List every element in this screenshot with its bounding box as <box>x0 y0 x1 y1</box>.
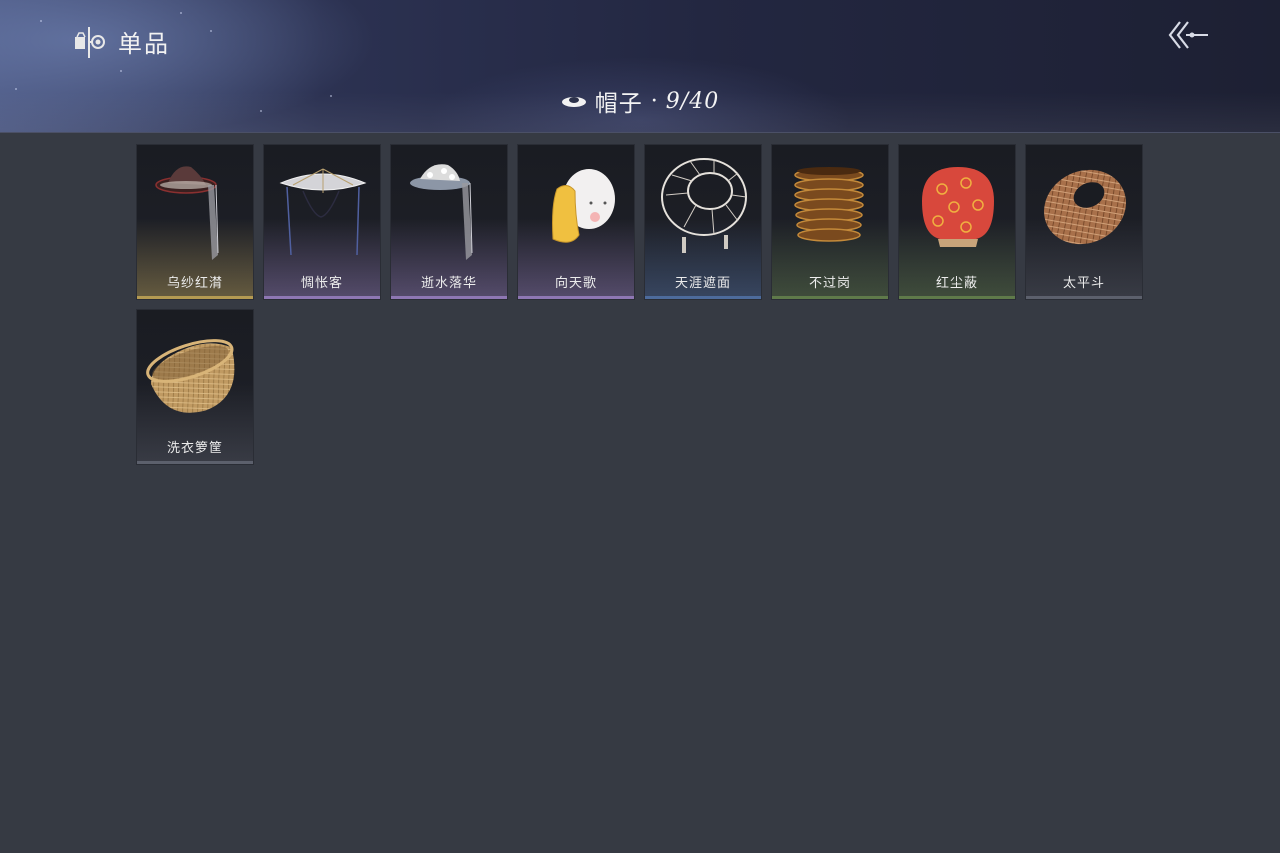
back-arrow-icon <box>1168 21 1208 49</box>
category-separator: · <box>650 88 658 114</box>
item-name: 逝水落华 <box>420 276 477 291</box>
wardrobe-screen: 单品 帽子 · 9/40 乌纱红潸 惆怅客 逝水落华 向天歌 天涯遮面 不过岗 … <box>0 0 1280 853</box>
category-name: 帽子 <box>594 91 643 117</box>
item-name: 天涯遮面 <box>674 276 731 291</box>
wicker-basket-hat-icon <box>1044 169 1126 245</box>
stacked-bowls-hat-icon <box>794 167 864 242</box>
item-name: 红尘蔽 <box>935 276 978 291</box>
item-card[interactable]: 不过岗 <box>771 144 889 300</box>
item-card[interactable]: 太平斗 <box>1025 144 1143 300</box>
item-card[interactable]: 向天歌 <box>517 144 635 300</box>
item-name: 向天歌 <box>554 276 597 291</box>
back-button[interactable] <box>1166 18 1210 52</box>
item-name: 惆怅客 <box>300 276 343 291</box>
floral-veil-hat-icon <box>410 164 473 260</box>
page-title: 单品 <box>74 24 170 59</box>
item-card[interactable]: 逝水落华 <box>390 144 508 300</box>
category-title: 帽子 · 9/40 <box>0 84 1280 118</box>
item-name: 乌纱红潸 <box>166 276 223 291</box>
item-card[interactable]: 洗衣箩筐 <box>136 309 254 465</box>
category-count: 9/40 <box>665 88 720 114</box>
red-cloth-hat-icon <box>922 167 994 247</box>
item-name: 不过岗 <box>808 276 851 291</box>
header-bar: 单品 帽子 · 9/40 <box>0 0 1280 133</box>
white-veil-straw-hat-icon <box>279 168 367 256</box>
item-name: 太平斗 <box>1062 276 1105 291</box>
item-card[interactable]: 乌纱红潸 <box>136 144 254 300</box>
hat-icon <box>561 97 586 107</box>
black-gauze-veil-hat-icon <box>155 166 219 260</box>
item-card[interactable]: 惆怅客 <box>263 144 381 300</box>
wardrobe-icon <box>75 26 105 58</box>
page-title-text: 单品 <box>118 30 170 58</box>
item-card[interactable]: 天涯遮面 <box>644 144 762 300</box>
item-card[interactable]: 红尘蔽 <box>898 144 1016 300</box>
item-name: 洗衣箩筐 <box>166 441 223 456</box>
laundry-basket-hat-icon <box>146 339 235 413</box>
goose-hood-icon <box>552 169 615 243</box>
wire-frame-hat-icon <box>661 158 747 253</box>
